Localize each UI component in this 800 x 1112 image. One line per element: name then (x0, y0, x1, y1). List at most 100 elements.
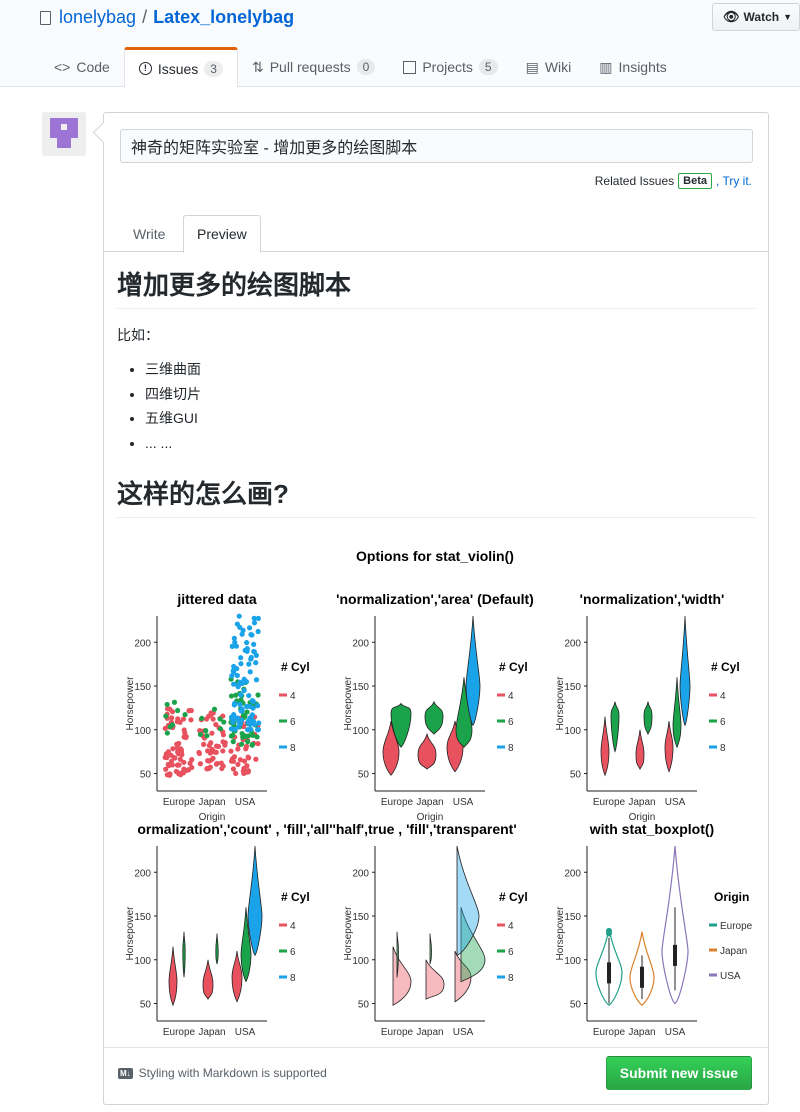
scatter-point (164, 701, 170, 708)
identicon-icon (50, 118, 78, 148)
scatter-point (175, 707, 181, 714)
scatter-point (239, 706, 245, 712)
scatter-point (230, 719, 236, 725)
scatter-point (244, 648, 250, 654)
scatter-point (170, 746, 176, 752)
scatter-point (248, 716, 255, 722)
outlier-point (606, 930, 612, 937)
markdown-icon: M↓ (118, 1067, 133, 1079)
write-preview-tabs: Write Preview (104, 215, 768, 253)
preview-list: 三维曲面 四维切片 五维GUI ... ... (117, 357, 755, 455)
scatter-point (171, 699, 178, 705)
scatter-point (228, 693, 235, 699)
tab-code[interactable]: <> Code (40, 47, 124, 87)
tab-insights[interactable]: ▥ Insights (585, 47, 680, 87)
scatter-point (253, 660, 259, 666)
repo-breadcrumb: lonelybag / Latex_lonelybag (40, 7, 294, 28)
x-tick-label: USA (453, 797, 474, 808)
legend-label: Europe (720, 921, 753, 932)
scatter-point (211, 706, 218, 712)
tab-preview[interactable]: Preview (183, 215, 261, 253)
scatter-point (173, 768, 179, 775)
y-axis-label: Horsepower (555, 906, 566, 961)
tab-insights-label: Insights (618, 59, 667, 75)
x-tick-label: Europe (163, 1027, 196, 1037)
boxplot-box (607, 962, 611, 984)
scatter-point (234, 666, 240, 672)
scatter-point (197, 761, 203, 767)
scatter-point (169, 715, 175, 721)
scatter-point (203, 727, 209, 734)
scatter-point (163, 713, 169, 719)
try-it-link[interactable]: , Try it. (716, 174, 752, 188)
legend-label: USA (720, 971, 741, 982)
repo-name-link[interactable]: Latex_lonelybag (153, 7, 294, 28)
y-tick-label: 50 (358, 1000, 370, 1011)
scatter-point (238, 655, 244, 661)
scatter-point (253, 677, 260, 683)
scatter-point (228, 748, 234, 754)
scatter-point (184, 767, 190, 773)
x-axis-label: Origin (417, 812, 444, 823)
scatter-point (250, 705, 256, 711)
tab-pull-requests[interactable]: ⇅ Pull requests 0 (238, 47, 389, 87)
scatter-point (243, 746, 249, 752)
tab-write[interactable]: Write (120, 215, 178, 252)
tab-pull-requests-label: Pull requests (269, 59, 351, 75)
scatter-point (244, 727, 251, 733)
scatter-point (233, 770, 239, 777)
y-axis-label: Horsepower (125, 676, 136, 731)
scatter-point (208, 740, 214, 746)
repo-owner-link[interactable]: lonelybag (59, 7, 136, 28)
panel-title: ormalization','count' , 'fill','all''hal… (137, 821, 516, 837)
scatter-point (163, 766, 169, 772)
scatter-point (240, 627, 246, 633)
legend-label: 4 (508, 921, 514, 932)
watch-button[interactable]: 👁 Watch ▼ (712, 3, 800, 31)
y-tick-label: 150 (352, 682, 369, 693)
scatter-point (177, 756, 183, 762)
scatter-point (256, 720, 262, 726)
issue-title-input[interactable]: 神奇的矩阵实验室 - 增加更多的绘图脚本 (120, 129, 753, 163)
related-issues-label: Related Issues (594, 174, 675, 188)
scatter-point (167, 724, 173, 730)
y-tick-label: 200 (352, 868, 369, 879)
scatter-point (246, 625, 253, 631)
markdown-note-text: Styling with Markdown is supported (138, 1066, 327, 1080)
scatter-point (219, 765, 225, 772)
tab-issues[interactable]: ! Issues 3 (123, 47, 238, 88)
boxplot-box (640, 966, 644, 988)
repo-nav: <> Code ! Issues 3 ⇅ Pull requests 0 Pro… (40, 47, 681, 88)
scatter-point (244, 703, 250, 710)
x-tick-label: Europe (163, 797, 196, 808)
y-tick-label: 100 (352, 726, 369, 737)
scatter-point (212, 749, 218, 755)
scatter-point (169, 709, 176, 715)
issue-opened-icon: ! (138, 62, 152, 75)
scatter-point (244, 709, 250, 715)
tab-projects-label: Projects (422, 59, 473, 75)
panel-title: 'normalization','area' (Default) (336, 591, 534, 607)
form-footer: M↓ Styling with Markdown is supported Su… (104, 1047, 768, 1104)
scatter-point (167, 772, 173, 778)
tab-wiki[interactable]: ▤ Wiki (512, 47, 586, 87)
legend-label: 4 (290, 691, 296, 702)
scatter-point (255, 692, 261, 698)
scatter-point (245, 733, 252, 739)
scatter-point (220, 739, 226, 745)
repo-header: lonelybag / Latex_lonelybag 👁 Watch ▼ <>… (0, 0, 800, 88)
preview-heading-2: 这样的怎么画? (117, 477, 755, 518)
legend-label: 4 (290, 921, 296, 932)
scatter-point (246, 692, 252, 699)
tab-projects[interactable]: Projects 5 (389, 47, 511, 87)
related-issues: Related Issues Beta , Try it. (595, 173, 752, 189)
caret-down-icon: ▼ (783, 12, 792, 22)
x-tick-label: Europe (593, 1027, 626, 1037)
avatar[interactable] (42, 112, 86, 156)
list-item: 四维切片 (145, 382, 755, 407)
submit-issue-button[interactable]: Submit new issue (605, 1056, 752, 1090)
scatter-point (236, 613, 242, 619)
scatter-point (164, 730, 170, 736)
legend-label: 8 (508, 973, 514, 984)
code-icon: <> (54, 59, 71, 75)
